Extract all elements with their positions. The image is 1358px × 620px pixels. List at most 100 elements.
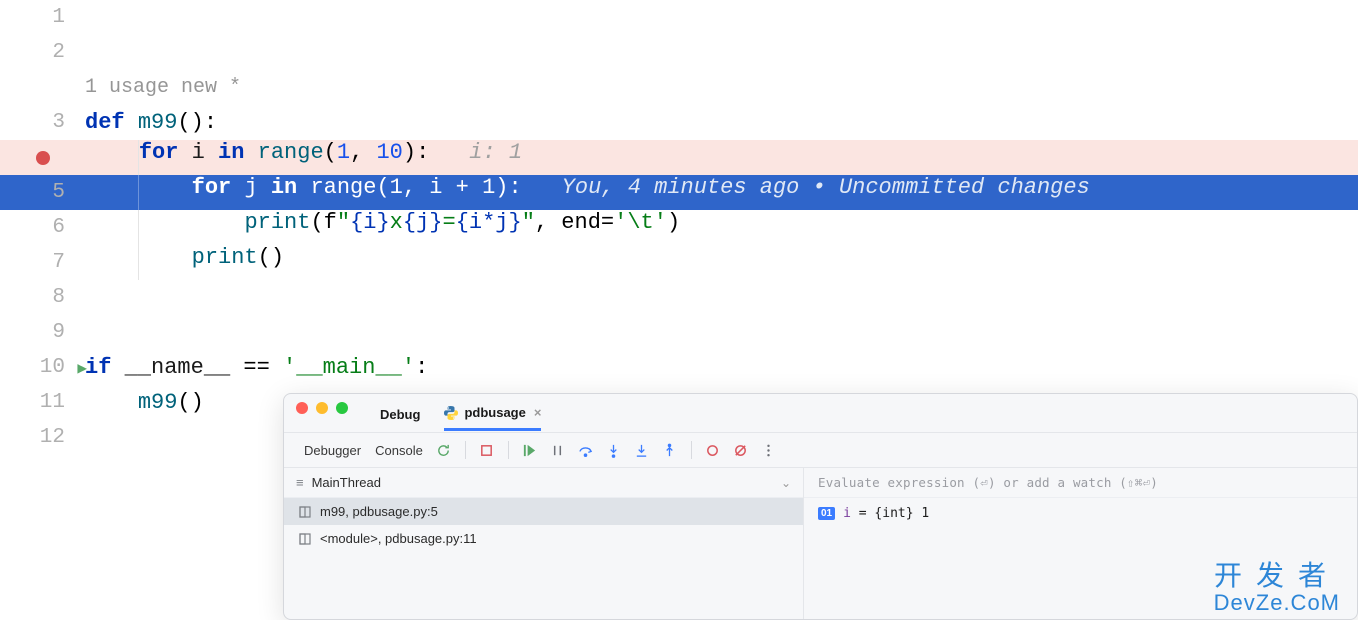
call-m99: m99 <box>138 390 178 415</box>
gutter-line-6[interactable]: 6 <box>0 216 85 239</box>
code-editor[interactable]: 1 2 1 usage new * 3 def m99(): 4 for i i… <box>0 0 1358 455</box>
more-icon[interactable] <box>758 439 780 461</box>
fn-range: range <box>258 140 324 165</box>
string-main: '__main__' <box>283 355 415 380</box>
var-i: i <box>192 140 205 165</box>
thread-selector[interactable]: ≡ MainThread ⌄ <box>284 468 803 498</box>
mute-breakpoints-icon[interactable] <box>730 439 752 461</box>
paren-close: ): <box>403 140 429 165</box>
function-name: m99 <box>138 110 178 135</box>
step-over-icon[interactable] <box>575 439 597 461</box>
operator-eq: == <box>230 355 283 380</box>
expr-i: i + <box>429 175 482 200</box>
keyword-def: def <box>85 110 138 135</box>
string-quote: " <box>522 210 535 235</box>
stack-frame-1[interactable]: <module>, pdbusage.py:11 <box>284 525 803 552</box>
zoom-window-icon[interactable] <box>336 402 348 414</box>
console-subtab[interactable]: Console <box>371 439 427 462</box>
keyword-if: if <box>85 355 125 380</box>
gutter-line-1[interactable]: 1 <box>0 6 85 29</box>
variable-row-i[interactable]: 01 i = {int} 1 <box>804 498 1357 528</box>
variable-name: i <box>843 506 851 521</box>
paren-empty: () <box>177 390 203 415</box>
run-config-tab[interactable]: pdbusage × <box>444 405 541 431</box>
string-quote: " <box>337 210 350 235</box>
stop-icon[interactable] <box>476 439 498 461</box>
number-10: 10 <box>376 140 402 165</box>
kwarg-end: , end= <box>535 210 614 235</box>
chevron-down-icon[interactable]: ⌄ <box>781 476 791 490</box>
gutter-line-3[interactable]: 3 <box>0 111 85 134</box>
fn-range: range <box>310 175 376 200</box>
debug-tab[interactable]: Debug <box>380 407 420 430</box>
view-breakpoints-icon[interactable] <box>702 439 724 461</box>
fbrace-j: {j} <box>403 210 443 235</box>
step-into-icon[interactable] <box>603 439 625 461</box>
step-into-my-code-icon[interactable] <box>631 439 653 461</box>
paren-close: ): <box>495 175 521 200</box>
paren-empty: () <box>258 245 284 270</box>
var-j: j <box>244 175 257 200</box>
string-eq: = <box>442 210 455 235</box>
breakpoint-icon[interactable] <box>36 151 50 165</box>
number-1: 1 <box>482 175 495 200</box>
tab-file-label: pdbusage <box>464 405 525 420</box>
thread-name: MainThread <box>312 475 381 490</box>
gutter-line-5[interactable]: 5 <box>0 181 85 204</box>
step-out-icon[interactable] <box>659 439 681 461</box>
stack-frame-0[interactable]: m99, pdbusage.py:5 <box>284 498 803 525</box>
inline-hint-i: i: 1 <box>469 140 522 165</box>
gutter-line-7[interactable]: 7 <box>0 251 85 274</box>
number-1: 1 <box>390 175 403 200</box>
dunder-name: __name__ <box>125 355 231 380</box>
keyword-in: in <box>258 175 311 200</box>
python-icon <box>444 406 458 420</box>
evaluate-input[interactable]: Evaluate expression (⏎) or add a watch (… <box>804 468 1357 498</box>
rerun-icon[interactable] <box>433 439 455 461</box>
gutter-line-9[interactable]: 9 <box>0 321 85 344</box>
close-tab-icon[interactable]: × <box>534 405 542 420</box>
window-traffic-lights[interactable] <box>296 402 348 414</box>
gutter-line-4[interactable]: 4 <box>0 146 85 169</box>
watermark: 开发者 DevZe.CoM <box>1214 554 1340 616</box>
debug-toolbar: Debugger Console <box>284 432 1357 468</box>
int-badge-icon: 01 <box>818 507 835 520</box>
colon: : <box>415 355 428 380</box>
fbrace-i: {i} <box>350 210 390 235</box>
frame-icon <box>298 505 312 519</box>
fn-print: print <box>244 210 310 235</box>
gutter-line-11[interactable]: 11 <box>0 391 85 414</box>
keyword-for: for <box>192 175 245 200</box>
gutter-line-10[interactable]: 10▶ <box>0 356 85 379</box>
string-x: x <box>390 210 403 235</box>
close-window-icon[interactable] <box>296 402 308 414</box>
paren: ( <box>324 140 337 165</box>
variable-value: = {int} 1 <box>851 506 929 521</box>
fbrace-ij: {i*j} <box>456 210 522 235</box>
thread-icon: ≡ <box>296 475 304 490</box>
paren-close: ) <box>667 210 680 235</box>
paren: ( <box>376 175 389 200</box>
gutter-line-8[interactable]: 8 <box>0 286 85 309</box>
gutter-line-12[interactable]: 12 <box>0 426 85 449</box>
debugger-subtab[interactable]: Debugger <box>300 439 365 462</box>
watermark-en: DevZe.CoM <box>1214 590 1340 616</box>
comma: , <box>350 140 376 165</box>
gutter-line-2[interactable]: 2 <box>0 41 85 64</box>
pause-icon[interactable] <box>547 439 569 461</box>
resume-icon[interactable] <box>519 439 541 461</box>
usage-hint[interactable]: 1 usage new * <box>85 76 241 99</box>
comma: , <box>403 175 429 200</box>
debug-tool-window[interactable]: Debug pdbusage × Debugger Console ≡ MainT… <box>283 393 1358 620</box>
minimize-window-icon[interactable] <box>316 402 328 414</box>
number-1: 1 <box>337 140 350 165</box>
frame-label: <module>, pdbusage.py:11 <box>320 531 477 546</box>
inline-vcs-hint: You, 4 minutes ago • Uncommitted changes <box>562 175 1090 200</box>
frame-label: m99, pdbusage.py:5 <box>320 504 438 519</box>
frame-icon <box>298 532 312 546</box>
frames-pane[interactable]: ≡ MainThread ⌄ m99, pdbusage.py:5 <module… <box>284 468 804 619</box>
fstring-open: (f <box>310 210 336 235</box>
watermark-cn: 开发者 <box>1214 554 1340 594</box>
keyword-for: for <box>139 140 192 165</box>
fn-print: print <box>192 245 258 270</box>
